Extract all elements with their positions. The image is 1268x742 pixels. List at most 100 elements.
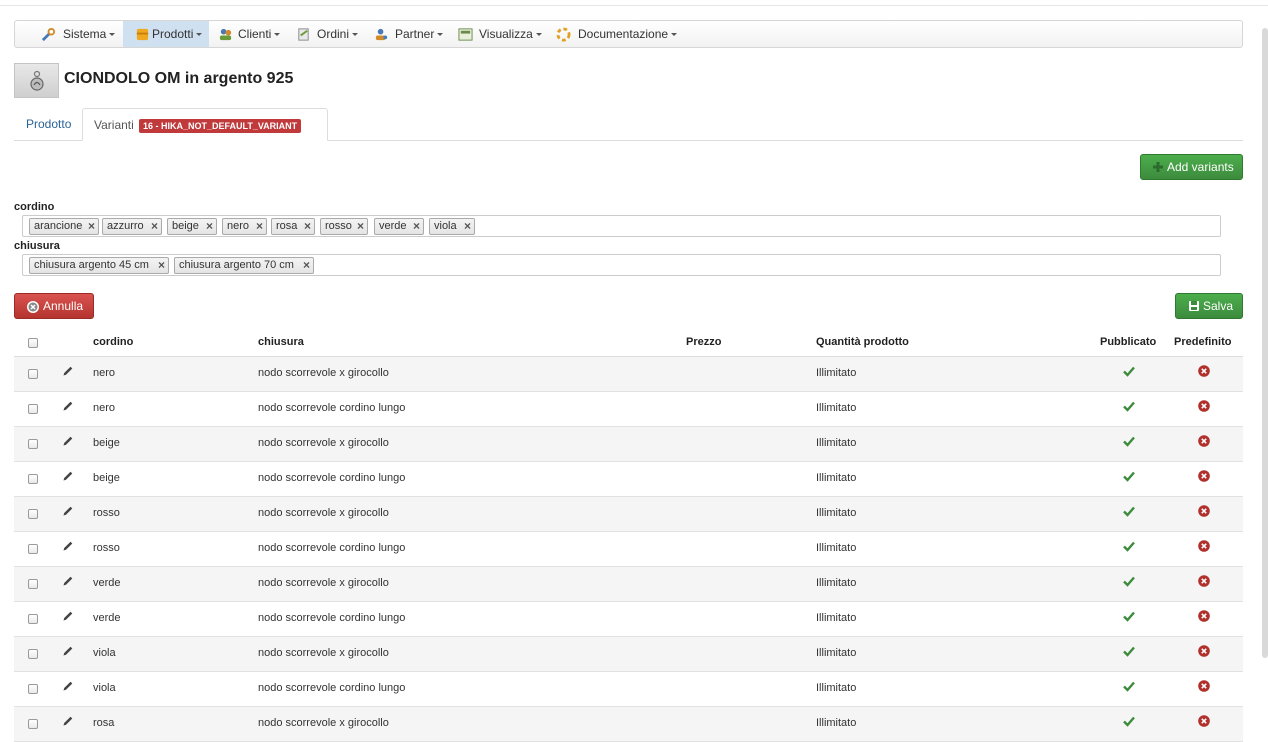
table-row[interactable]: beige nodo scorrevole cordino lungo Illimi… [14, 462, 1243, 497]
edit-pencil-icon[interactable] [62, 400, 74, 412]
not-default-x-icon[interactable] [1198, 470, 1210, 482]
edit-pencil-icon[interactable] [62, 610, 74, 622]
row-checkbox[interactable] [28, 649, 38, 659]
row-checkbox[interactable] [28, 544, 38, 554]
cell-quantita: Illimitato [816, 647, 857, 659]
not-default-x-icon[interactable] [1198, 715, 1210, 727]
table-row[interactable]: beige nodo scorrevole x girocollo Illimita… [14, 427, 1243, 462]
published-check-icon[interactable] [1123, 506, 1135, 517]
table-row[interactable]: verde nodo scorrevole x girocollo Illimita… [14, 567, 1243, 602]
not-default-x-icon[interactable] [1198, 645, 1210, 657]
remove-tag-icon[interactable]: × [158, 258, 165, 273]
remove-tag-icon[interactable]: × [151, 219, 158, 234]
tag-label: azzurro [107, 220, 144, 232]
not-default-x-icon[interactable] [1198, 680, 1210, 692]
edit-pencil-icon[interactable] [62, 575, 74, 587]
remove-tag-icon[interactable]: × [303, 258, 310, 273]
row-checkbox[interactable] [28, 579, 38, 589]
published-check-icon[interactable] [1123, 541, 1135, 552]
not-default-x-icon[interactable] [1198, 435, 1210, 447]
table-row[interactable]: rosso nodo scorrevole cordino lungo Illimi… [14, 532, 1243, 567]
chiusura-tag-input[interactable]: chiusura argento 45 cm × chiusura argento… [22, 254, 1221, 276]
published-check-icon[interactable] [1123, 611, 1135, 622]
annulla-button[interactable]: Annulla [14, 293, 94, 319]
chevron-down-icon [671, 33, 678, 37]
published-check-icon[interactable] [1123, 471, 1135, 482]
published-check-icon[interactable] [1123, 716, 1135, 727]
menu-clienti[interactable]: Clienti [209, 21, 287, 47]
remove-tag-icon[interactable]: × [304, 219, 311, 234]
edit-pencil-icon[interactable] [62, 645, 74, 657]
remove-tag-icon[interactable]: × [413, 219, 420, 234]
published-check-icon[interactable] [1123, 436, 1135, 447]
chevron-down-icon [437, 33, 444, 37]
edit-pencil-icon[interactable] [62, 715, 74, 727]
edit-pencil-icon[interactable] [62, 540, 74, 552]
menu-prodotti[interactable]: Prodotti [123, 21, 209, 47]
menu-partner[interactable]: Partner [365, 21, 449, 47]
not-default-x-icon[interactable] [1198, 540, 1210, 552]
add-variants-button[interactable]: Add variants [1140, 154, 1243, 180]
row-checkbox[interactable] [28, 404, 38, 414]
row-checkbox[interactable] [28, 474, 38, 484]
published-check-icon[interactable] [1123, 646, 1135, 657]
col-predefinito[interactable]: Predefinito [1174, 336, 1231, 348]
row-checkbox[interactable] [28, 509, 38, 519]
row-checkbox[interactable] [28, 684, 38, 694]
cell-chiusura: nodo scorrevole x girocollo [258, 647, 389, 659]
not-default-x-icon[interactable] [1198, 505, 1210, 517]
edit-pencil-icon[interactable] [62, 365, 74, 377]
salva-button[interactable]: Salva [1175, 293, 1243, 319]
row-checkbox[interactable] [28, 719, 38, 729]
not-default-x-icon[interactable] [1198, 365, 1210, 377]
menu-visualizza[interactable]: Visualizza [449, 21, 547, 47]
cell-quantita: Illimitato [816, 612, 857, 624]
not-default-x-icon[interactable] [1198, 575, 1210, 587]
row-checkbox[interactable] [28, 439, 38, 449]
menu-sistema[interactable]: Sistema [29, 21, 127, 47]
salva-label: Salva [1203, 299, 1234, 313]
characteristic-label-cordino: cordino [14, 201, 55, 213]
published-check-icon[interactable] [1123, 681, 1135, 692]
table-row[interactable]: nero nodo scorrevole cordino lungo Illimit… [14, 392, 1243, 427]
col-chiusura[interactable]: chiusura [258, 336, 304, 348]
col-pubblicato[interactable]: Pubblicato [1100, 336, 1156, 348]
remove-tag-icon[interactable]: × [357, 219, 364, 234]
published-check-icon[interactable] [1123, 401, 1135, 412]
edit-pencil-icon[interactable] [62, 680, 74, 692]
tag-verde: verde × [374, 218, 424, 235]
partner-icon [375, 28, 388, 41]
remove-tag-icon[interactable]: × [464, 219, 471, 234]
cordino-tag-input[interactable]: arancione × azzurro × beige × nero × rosa × r… [22, 215, 1221, 237]
edit-pencil-icon[interactable] [62, 505, 74, 517]
published-check-icon[interactable] [1123, 366, 1135, 377]
cell-cordino: verde [93, 577, 121, 589]
table-row[interactable]: rosso nodo scorrevole x girocollo Illimita… [14, 497, 1243, 532]
col-quantita[interactable]: Quantità prodotto [816, 336, 909, 348]
col-cordino[interactable]: cordino [93, 336, 133, 348]
cell-cordino: rosso [93, 542, 120, 554]
tab-prodotto[interactable]: Prodotto [14, 108, 80, 141]
remove-tag-icon[interactable]: × [256, 219, 263, 234]
not-default-x-icon[interactable] [1198, 610, 1210, 622]
row-checkbox[interactable] [28, 369, 38, 379]
col-prezzo[interactable]: Prezzo [686, 336, 721, 348]
edit-pencil-icon[interactable] [62, 435, 74, 447]
published-check-icon[interactable] [1123, 576, 1135, 587]
characteristic-label-chiusura: chiusura [14, 240, 60, 252]
row-checkbox[interactable] [28, 614, 38, 624]
remove-tag-icon[interactable]: × [88, 219, 95, 234]
tab-varianti[interactable]: Varianti 16 - HIKA_NOT_DEFAULT_VARIANT [82, 108, 328, 141]
menu-ordini[interactable]: Ordini [287, 21, 367, 47]
page-scrollbar[interactable] [1262, 28, 1268, 658]
menu-documentazione[interactable]: Documentazione [547, 21, 681, 47]
remove-tag-icon[interactable]: × [206, 219, 213, 234]
select-all-checkbox[interactable] [28, 338, 38, 348]
not-default-x-icon[interactable] [1198, 400, 1210, 412]
chevron-down-icon [109, 33, 116, 37]
table-row[interactable]: nero nodo scorrevole x girocollo Illimitat… [14, 357, 1243, 392]
table-row[interactable]: viola nodo scorrevole x girocollo Illimita… [14, 637, 1243, 672]
table-row[interactable]: verde nodo scorrevole cordino lungo Illimi… [14, 602, 1243, 637]
table-row[interactable]: viola nodo scorrevole cordino lungo Illimi… [14, 672, 1243, 707]
edit-pencil-icon[interactable] [62, 470, 74, 482]
